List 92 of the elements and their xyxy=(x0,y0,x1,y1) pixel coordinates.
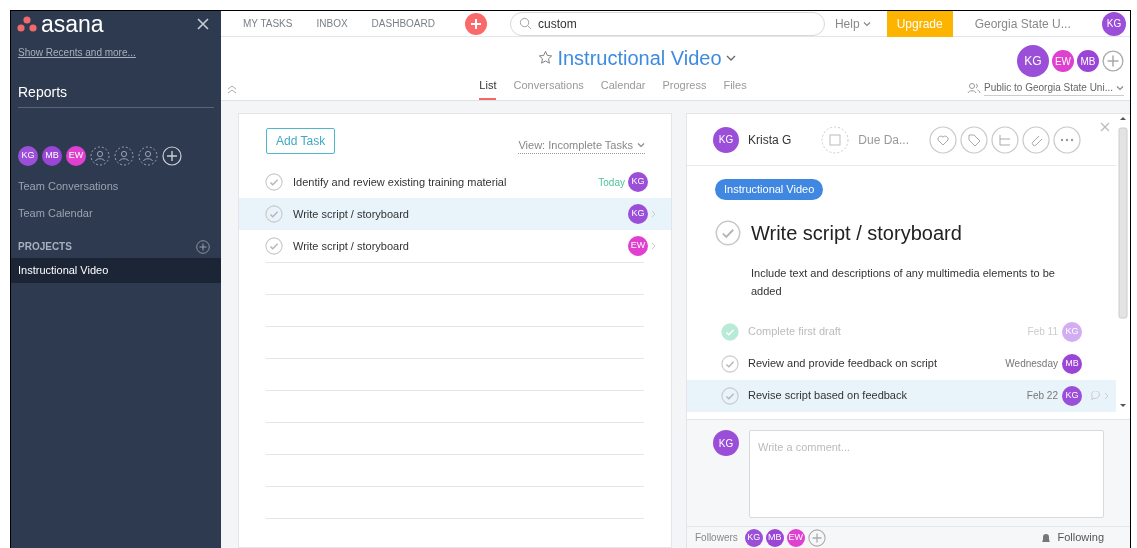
close-icon[interactable] xyxy=(197,18,209,30)
projects-heading: PROJECTS xyxy=(18,240,72,254)
team-link[interactable]: Team Conversations xyxy=(18,178,221,195)
avatar: KG xyxy=(1062,385,1082,406)
subtask-name: Review and provide feedback on script xyxy=(748,356,937,372)
privacy-menu[interactable]: Public to Georgia State Uni... xyxy=(984,80,1124,96)
check-icon[interactable] xyxy=(721,354,739,373)
bell-icon xyxy=(1040,531,1051,544)
avatar: KG xyxy=(713,430,739,456)
following-button[interactable]: Following xyxy=(1057,529,1104,546)
project-tab[interactable]: Calendar xyxy=(600,76,646,100)
project-tag[interactable]: Instructional Video xyxy=(715,179,824,200)
task-row[interactable]: Write script / storyboard KG xyxy=(239,198,671,230)
avatar: KG xyxy=(18,146,38,166)
avatar: MB xyxy=(42,146,62,166)
task-description[interactable]: Include text and descriptions of any multimedia elements to be added xyxy=(751,263,1086,300)
check-icon[interactable] xyxy=(265,173,283,191)
tag-icon[interactable] xyxy=(960,125,989,154)
complete-icon[interactable] xyxy=(715,219,741,246)
caret-icon xyxy=(1116,84,1124,91)
project-title[interactable]: Instructional Video xyxy=(557,42,722,73)
empty-member-icon[interactable] xyxy=(114,146,134,166)
add-icon[interactable] xyxy=(162,146,182,166)
avatar: EW xyxy=(786,528,805,547)
task-row[interactable]: Identify and review existing training material Today KG xyxy=(239,166,671,198)
nav-link[interactable]: INBOX xyxy=(316,16,348,31)
search-icon xyxy=(518,17,532,30)
help-menu[interactable]: Help xyxy=(834,14,871,33)
nav-link[interactable]: MY TASKS xyxy=(243,16,293,31)
avatar: KG xyxy=(713,126,739,153)
more-icon[interactable] xyxy=(1053,125,1082,154)
due-date: Wednesday xyxy=(1005,357,1058,371)
avatar: KG xyxy=(744,528,763,547)
task-row[interactable]: Write script / storyboard EW xyxy=(239,230,671,262)
people-icon xyxy=(967,82,982,94)
attachment-icon[interactable] xyxy=(1022,125,1051,154)
subtask-row[interactable]: Review and provide feedback on script Wednesday MB xyxy=(687,347,1116,380)
avatar: EW xyxy=(66,146,86,166)
check-icon[interactable] xyxy=(265,205,283,223)
logo-icon xyxy=(17,16,37,32)
avatar: MB xyxy=(1077,50,1099,72)
comment-field[interactable]: Write a comment... xyxy=(749,430,1104,518)
section-title[interactable]: Reports xyxy=(18,82,214,108)
organization-name[interactable]: Georgia State U... xyxy=(974,14,1071,33)
subtask-name: Revise script based on feedback xyxy=(748,388,907,404)
team-link[interactable]: Team Calendar xyxy=(18,204,221,221)
avatar: MB xyxy=(1062,353,1082,374)
task-name: Write script / storyboard xyxy=(293,238,409,254)
task-title[interactable]: Write script / storyboard xyxy=(751,217,962,248)
scrollbar[interactable] xyxy=(1116,114,1130,410)
avatar: KG xyxy=(1017,45,1049,77)
subtask-icon[interactable] xyxy=(991,125,1020,154)
avatar: KG xyxy=(1102,11,1126,36)
check-icon[interactable] xyxy=(721,322,739,341)
comment-icon[interactable] xyxy=(1090,390,1110,401)
empty-member-icon[interactable] xyxy=(138,146,158,166)
nav-link[interactable]: DASHBOARD xyxy=(371,16,435,31)
add-task-button[interactable]: Add Task xyxy=(266,128,336,154)
collapse-icon[interactable] xyxy=(227,84,237,94)
project-item[interactable]: Instructional Video xyxy=(11,258,221,283)
avatar: MB xyxy=(765,528,784,547)
empty-member-icon[interactable] xyxy=(90,146,110,166)
caret-icon xyxy=(862,20,871,27)
show-recents-link[interactable]: Show Recents and more... xyxy=(18,45,221,60)
star-icon[interactable] xyxy=(538,50,554,65)
logo-text: asana xyxy=(41,12,104,36)
due-date-field[interactable]: Due Da... xyxy=(858,130,910,149)
due-date: Today xyxy=(598,175,625,190)
followers-label: Followers xyxy=(695,531,738,545)
check-icon[interactable] xyxy=(265,237,283,255)
avatar: EW xyxy=(1052,50,1074,72)
calendar-icon[interactable] xyxy=(821,125,850,154)
chevron-icon[interactable] xyxy=(651,242,657,250)
subtask-name: Complete first draft xyxy=(748,324,841,340)
assignee-name[interactable]: Krista G xyxy=(748,130,792,149)
check-icon[interactable] xyxy=(721,386,739,405)
task-name: Write script / storyboard xyxy=(293,206,409,222)
avatar: KG xyxy=(1062,321,1082,342)
project-tab[interactable]: Conversations xyxy=(513,76,584,100)
due-date: Feb 22 xyxy=(1026,389,1058,403)
project-tab[interactable]: Files xyxy=(723,76,747,100)
avatar: KG xyxy=(628,172,648,192)
avatar: KG xyxy=(628,204,648,224)
chevron-icon[interactable] xyxy=(651,210,657,218)
avatar: EW xyxy=(628,236,648,256)
caret-icon[interactable] xyxy=(725,53,736,62)
caret-icon xyxy=(637,141,645,148)
project-tab[interactable]: Progress xyxy=(662,76,707,100)
add-icon[interactable] xyxy=(464,12,487,35)
task-name: Identify and review existing training material xyxy=(293,174,507,190)
subtask-row[interactable]: Revise script based on feedback Feb 22 KG xyxy=(687,379,1116,412)
view-filter[interactable]: View: Incomplete Tasks xyxy=(518,136,645,154)
